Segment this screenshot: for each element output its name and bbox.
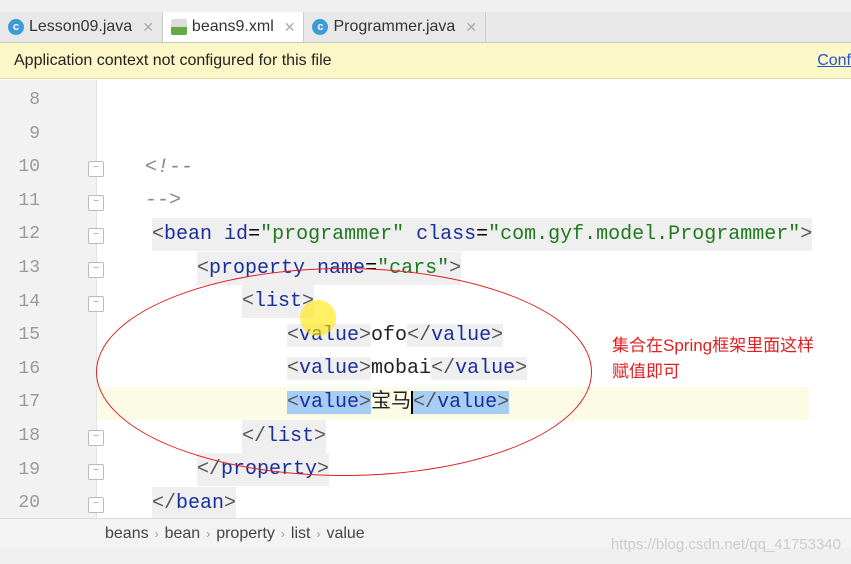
- editor-tabs: c Lesson09.java ✕ beans9.xml ✕ c Programmer.…: [0, 12, 851, 43]
- notification-banner: Application context not configured for t…: [0, 43, 851, 79]
- code-line-11: -->: [145, 184, 181, 217]
- note-line: 赋值即可: [612, 362, 680, 381]
- tab-beans9[interactable]: beans9.xml ✕: [162, 12, 305, 42]
- line-number: 15: [18, 325, 40, 346]
- code-editor[interactable]: <!-- --> <bean id="programmer" class="co…: [0, 0, 813, 520]
- code-line-20: </bean>: [152, 487, 237, 520]
- xml-file-icon: [170, 19, 187, 35]
- tab-programmer[interactable]: c Programmer.java ✕: [304, 12, 487, 42]
- note-line: 集合在Spring框架里面这样: [612, 336, 815, 355]
- close-icon[interactable]: ✕: [465, 19, 477, 36]
- comment: -->: [145, 189, 182, 212]
- fold-marker-icon[interactable]: −: [88, 430, 104, 446]
- fold-marker-icon[interactable]: −: [88, 194, 104, 211]
- java-class-icon: c: [312, 19, 329, 35]
- breadcrumb-item[interactable]: beans: [105, 525, 149, 542]
- line-number: 16: [18, 358, 40, 379]
- tab-label: Lesson09.java: [29, 18, 133, 35]
- attr-value: "programmer": [260, 223, 405, 246]
- line-number: 14: [18, 291, 40, 312]
- breadcrumb-item[interactable]: list: [291, 525, 311, 542]
- fold-marker-icon[interactable]: −: [88, 262, 104, 278]
- tab-label: beans9.xml: [191, 18, 274, 35]
- fold-marker-icon[interactable]: −: [88, 497, 104, 514]
- attr: id: [224, 223, 249, 246]
- tab-lesson09[interactable]: c Lesson09.java ✕: [0, 12, 163, 42]
- attr-value: "com.gyf.model.Programmer": [488, 223, 801, 246]
- annotation-ellipse: [96, 268, 592, 476]
- close-icon[interactable]: ✕: [142, 19, 154, 36]
- configure-link[interactable]: Conf: [817, 52, 851, 70]
- fold-marker-icon[interactable]: −: [88, 161, 104, 178]
- fold-marker-icon[interactable]: −: [88, 295, 104, 312]
- annotation-note: 集合在Spring框架里面这样 赋值即可: [612, 333, 814, 385]
- line-number: 20: [18, 493, 40, 514]
- code-line-10: <!--: [145, 151, 193, 184]
- tag: bean: [164, 223, 213, 246]
- tag: bean: [176, 492, 225, 515]
- tab-label: Programmer.java: [333, 18, 456, 35]
- close-icon[interactable]: ✕: [284, 19, 296, 36]
- banner-text: Application context not configured for t…: [14, 51, 332, 69]
- breadcrumb-item[interactable]: bean: [165, 525, 201, 542]
- line-number: 19: [18, 459, 40, 480]
- line-number: 18: [18, 426, 40, 446]
- attr: class: [416, 223, 477, 246]
- fold-marker-icon[interactable]: −: [88, 228, 104, 245]
- code-line-12: <bean id="programmer" class="com.gyf.mod…: [152, 218, 813, 251]
- fold-marker-icon[interactable]: −: [88, 463, 104, 480]
- watermark: https://blog.csdn.net/qq_41753340: [610, 536, 841, 553]
- line-number: 17: [18, 392, 40, 413]
- breadcrumb-item[interactable]: value: [326, 525, 364, 542]
- comment: <!--: [145, 156, 194, 179]
- breadcrumb-item[interactable]: property: [216, 525, 275, 542]
